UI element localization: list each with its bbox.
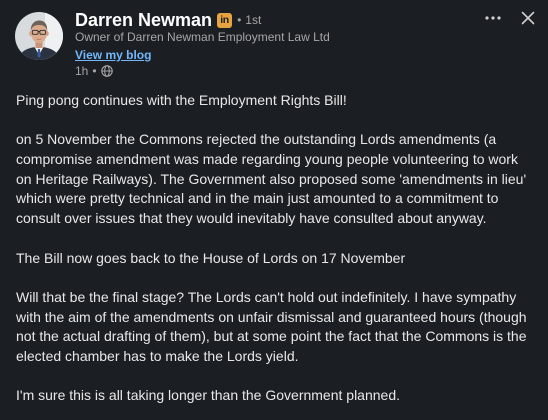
post-text-line: on 5 November the Commons rejected the o… <box>16 131 497 148</box>
more-options-button[interactable] <box>482 8 504 28</box>
post-paragraph: Ping pong continues with the Employment … <box>16 91 527 111</box>
post-paragraph: The Bill now goes back to the House of L… <box>16 249 527 269</box>
post-text-line: not the actual drafting of them), but at… <box>16 328 527 345</box>
post-text-line: I'm sure this is all taking longer than … <box>16 387 400 404</box>
post-text-line: with the aim of the amendments on unfair… <box>16 308 527 325</box>
post-text-line: The Bill now goes back to the House of L… <box>16 249 406 266</box>
post-text-line: Will that be the final stage? The Lords … <box>16 288 517 305</box>
post-paragraph: I'm sure this is all taking longer than … <box>16 386 527 406</box>
post-text-line: consult over issues that they would inev… <box>16 210 487 227</box>
close-icon <box>521 11 535 25</box>
post-text-line: elected chamber has to make the Lords yi… <box>16 347 299 364</box>
author-headline: Owner of Darren Newman Employment Law Lt… <box>75 30 330 44</box>
author-name[interactable]: Darren Newman <box>75 9 212 31</box>
more-horizontal-icon <box>485 16 501 20</box>
globe-icon <box>100 65 113 77</box>
post-text-line: Ping pong continues with the Employment … <box>16 92 347 108</box>
avatar-photo <box>15 12 63 60</box>
post-meta: 1h • <box>75 63 113 79</box>
post-text-line: on Heritage Railways). The Government al… <box>16 170 527 187</box>
post-text-line: compromise amendment was made regarding … <box>16 151 518 168</box>
connection-degree: 1st <box>245 13 262 27</box>
degree-separator: • <box>237 13 242 27</box>
post-body: Ping pong continues with the Employment … <box>16 91 527 406</box>
post-timestamp: 1h <box>75 64 89 78</box>
post-paragraph: on 5 November the Commons rejected the o… <box>16 130 527 228</box>
author-avatar[interactable] <box>15 12 63 60</box>
close-button[interactable] <box>517 8 539 28</box>
post-text-line: which were pretty technical and in the m… <box>16 190 499 207</box>
meta-separator: • <box>92 64 97 78</box>
post-paragraph: Will that be the final stage? The Lords … <box>16 288 527 367</box>
view-blog-link[interactable]: View my blog <box>75 47 151 63</box>
linkedin-premium-icon: in <box>217 12 233 28</box>
author-name-row: Darren Newman in • 1st <box>75 9 261 31</box>
